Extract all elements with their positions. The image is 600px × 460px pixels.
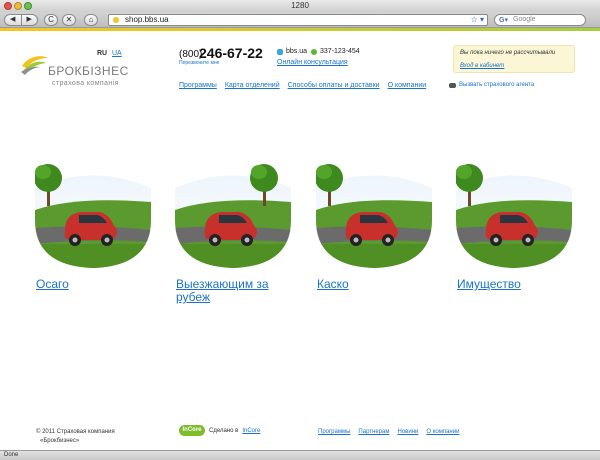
status-bar: Done [0,450,600,460]
cabinet-login-link[interactable]: Вход в кабинет [460,63,504,69]
footer-nav: Программы Партнерам Новини О компании [318,429,459,435]
callback-link[interactable]: Перезвоните мне [179,60,219,66]
bookmark-star-icon[interactable]: ☆ [471,15,478,24]
window-title: 1280 [291,1,309,10]
home-button[interactable]: ⌂ [84,14,98,26]
reload-button[interactable]: C [44,14,58,26]
product-title-property[interactable]: Имущество [457,278,521,291]
product-title-osago[interactable]: Осаго [36,278,69,291]
cabinet-box: Вы пока ничего не рассчитывали Вход в ка… [453,45,575,73]
nav-branches-map[interactable]: Карта отделений [225,82,280,89]
main-nav: Программы Карта отделений Способы оплаты… [179,82,426,89]
search-placeholder: Google [513,16,536,23]
call-agent-link[interactable]: Вызвать страхового агента [449,82,534,88]
footer-link-about[interactable]: О компании [426,429,459,435]
copyright-line-1: © 2011 Страховая компания [36,429,115,435]
made-by-label: Сделано в [209,427,239,434]
icq-contact[interactable]: 337-123-454 [311,48,360,55]
copyright-line-2: «Брокбизнес» [40,438,80,444]
car-icon [449,82,456,88]
footer-link-partners[interactable]: Партнерам [358,429,389,435]
lang-ru[interactable]: RU [97,50,107,57]
footer-link-news[interactable]: Новини [397,429,418,435]
nav-about[interactable]: О компании [388,82,427,89]
product-title-kasko[interactable]: Каско [317,278,349,291]
back-button[interactable]: ◀ [5,15,21,25]
brand-name: БРОКБІЗНЕС [48,64,129,78]
call-agent-label: Вызвать страхового агента [459,82,535,88]
stop-button[interactable]: ✕ [62,14,76,26]
incore-link[interactable]: InCore [242,428,260,434]
product-card-travel[interactable]: Выезжающим за рубеж [175,158,291,304]
icq-number: 337-123-454 [320,48,360,55]
copyright: © 2011 Страховая компания «Брокбизнес» [36,428,146,446]
footer-link-programs[interactable]: Программы [318,429,350,435]
minimize-window-button[interactable] [14,2,22,10]
twitter-icon [277,48,283,55]
product-card-kasko[interactable]: Каско [315,158,432,291]
browser-toolbar: ◀ ▶ C ✕ ⌂ shop.bbs.ua ☆ ▾ G▾ Google [0,12,600,28]
incore-logo[interactable]: InCore [179,425,205,436]
google-search-icon: G▾ [499,17,508,24]
online-consult-link[interactable]: Онлайн консультация [277,59,348,66]
cabinet-status-text: Вы пока ничего не рассчитывали [460,50,556,56]
back-forward-group: ◀ ▶ [4,14,38,26]
product-title-travel[interactable]: Выезжающим за рубеж [176,278,276,304]
brand-tagline: страхова компанія [52,80,119,87]
zoom-window-button[interactable] [24,2,32,10]
incore-credit: InCore Сделано в InCore [179,425,260,436]
url-actions: ☆ ▾ [471,15,484,25]
product-card-property[interactable]: Имущество [455,158,572,291]
twitter-contact[interactable]: bbs.ua [277,48,307,55]
product-image[interactable] [34,158,151,268]
close-window-button[interactable] [4,2,12,10]
product-image[interactable] [455,158,572,268]
dropdown-icon[interactable]: ▾ [480,15,484,24]
nav-programs[interactable]: Программы [179,82,217,89]
accent-stripe [0,28,600,31]
window-title-bar: 1280 [0,0,600,12]
product-card-osago[interactable]: Осаго [34,158,151,291]
twitter-handle: bbs.ua [286,48,308,55]
product-image[interactable] [315,158,432,268]
address-bar[interactable]: shop.bbs.ua ☆ ▾ [108,14,488,26]
address-text: shop.bbs.ua [125,15,169,24]
nav-payment-delivery[interactable]: Способы оплаты и доставки [288,82,380,89]
icq-icon [311,48,317,55]
search-input[interactable]: G▾ Google [494,14,586,26]
favicon-icon [113,17,119,23]
brand-logo-icon[interactable] [20,52,50,76]
lang-ua-link[interactable]: UA [112,50,122,57]
product-image[interactable] [175,158,291,268]
phone-number: 246-67-22 [199,45,263,61]
forward-button[interactable]: ▶ [20,15,38,25]
status-text: Done [4,452,19,458]
